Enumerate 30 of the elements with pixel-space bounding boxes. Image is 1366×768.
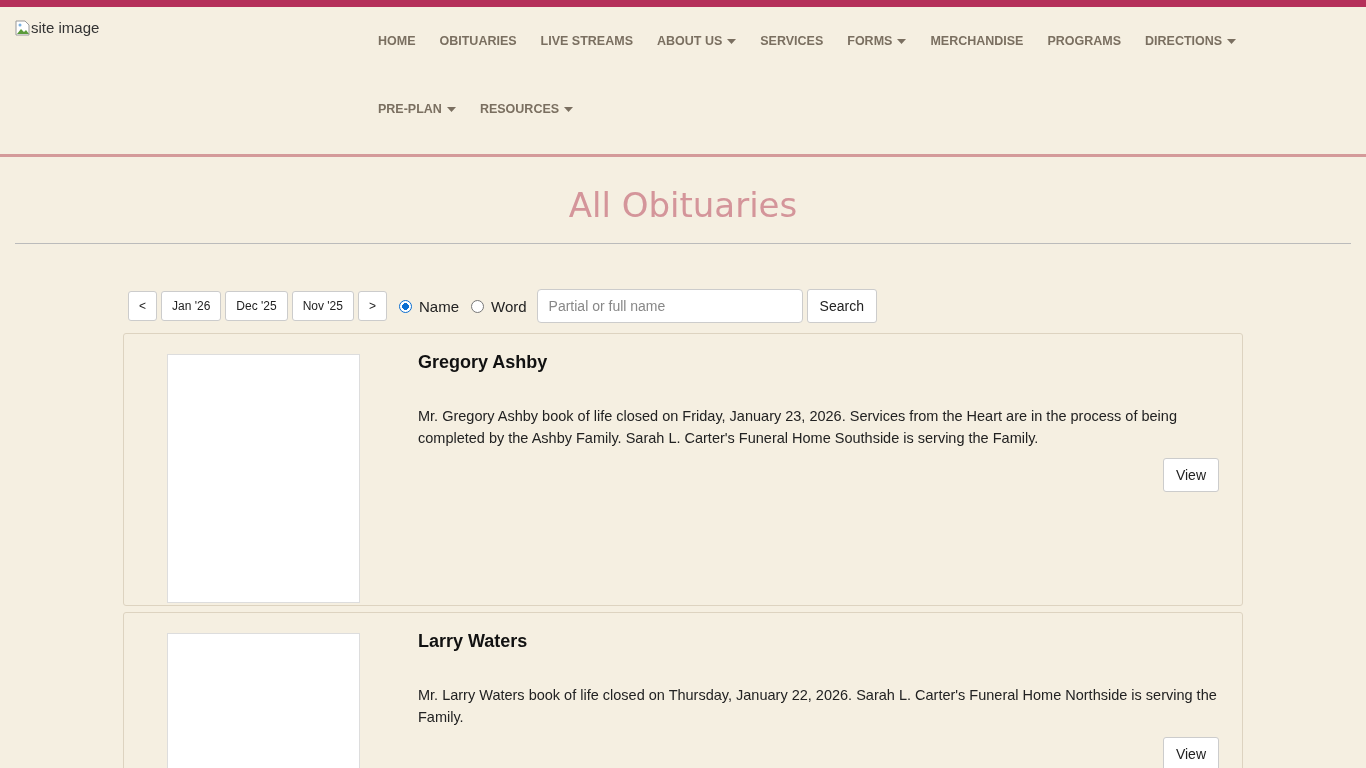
nav-link[interactable]: OBITUARIES — [427, 7, 529, 75]
nav-link[interactable]: SERVICES — [748, 7, 836, 75]
view-button[interactable]: View — [1162, 737, 1219, 768]
nav-link[interactable]: LIVE STREAMS — [528, 7, 645, 75]
nav-link[interactable]: DIRECTIONS — [1133, 7, 1249, 75]
obituary-summary: Mr. Gregory Ashby book of life closed on Friday, January 23, 2026. Services from the Heart are in the process of being completed by the Ashby Family. Sarah L. Carter's Funeral Home Southside is serving the Family. — [418, 407, 1178, 448]
page-title: All Obituaries — [568, 185, 798, 225]
view-button[interactable]: View — [1162, 458, 1219, 492]
nav-link[interactable]: ABOUT US — [644, 7, 749, 75]
nav-link[interactable]: FORMS — [835, 7, 919, 75]
nav-link[interactable]: RESOURCES — [467, 75, 586, 143]
search-button[interactable]: Search — [806, 289, 877, 323]
obituary-name: Gregory Ashby — [418, 352, 548, 373]
month-button[interactable]: Nov '25 — [291, 291, 354, 321]
nav-link[interactable]: HOME — [366, 7, 428, 75]
obituary-name: Larry Waters — [418, 631, 528, 652]
search-field[interactable]: Partial or full name — [536, 289, 803, 323]
next-month-button[interactable]: > — [357, 291, 387, 321]
radio-button[interactable] — [399, 299, 412, 313]
obituary-summary: Mr. Larry Waters book of life closed on Thursday, January 22, 2026. Sarah L. Carter's Funeral Home Northside is serving the Family. — [418, 686, 1218, 727]
nav-link[interactable]: MERCHANDISE — [918, 7, 1036, 75]
month-button[interactable]: Jan '26 — [161, 291, 222, 321]
nav-link[interactable]: PROGRAMS — [1035, 7, 1134, 75]
month-button[interactable]: Dec '25 — [225, 291, 288, 321]
radio-button[interactable] — [471, 299, 484, 313]
previous-month-button[interactable]: < — [128, 291, 157, 321]
broken-image: site image — [15, 19, 100, 36]
radio-label: Name — [419, 297, 459, 315]
radio-label: Word — [491, 297, 527, 315]
nav-link[interactable]: PRE-PLAN — [366, 75, 468, 143]
